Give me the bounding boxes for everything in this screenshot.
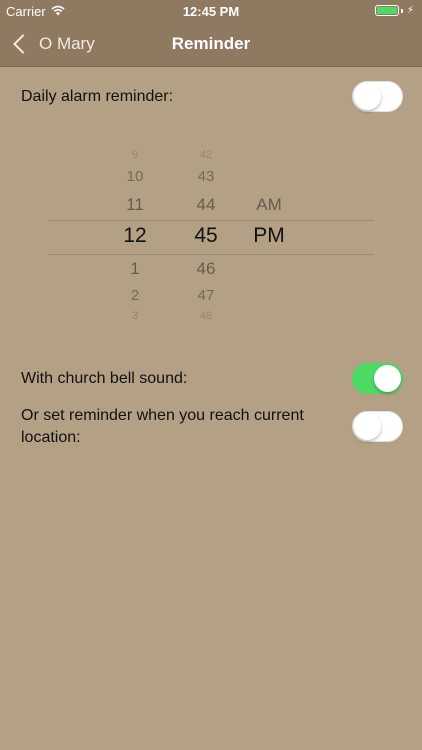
church-bell-toggle[interactable] bbox=[352, 363, 403, 394]
time-picker[interactable]: 9 10 11 12 1 2 3 42 43 44 45 46 47 48 AM PM bbox=[48, 147, 374, 327]
picker-option[interactable]: 44 bbox=[176, 195, 236, 215]
picker-option[interactable]: 45 bbox=[176, 224, 236, 248]
location-reminder-label: Or set reminder when you reach current l… bbox=[21, 407, 304, 446]
picker-selection-bottom-line bbox=[48, 254, 374, 255]
church-bell-label: With church bell sound: bbox=[21, 370, 188, 387]
reminder-settings: Daily alarm reminder: 9 10 11 12 1 2 3 42 43 44 4… bbox=[0, 67, 422, 750]
picker-option[interactable]: 9 bbox=[105, 149, 165, 161]
picker-option[interactable]: 3 bbox=[105, 310, 165, 322]
toggle-knob bbox=[354, 83, 381, 110]
picker-option[interactable]: 11 bbox=[105, 195, 165, 215]
picker-selection-top-line bbox=[48, 220, 374, 221]
picker-option[interactable]: 48 bbox=[176, 310, 236, 322]
picker-option[interactable]: 47 bbox=[176, 287, 236, 304]
picker-option[interactable]: 10 bbox=[105, 168, 165, 185]
page-title: Reminder bbox=[171, 34, 251, 53]
location-reminder-toggle[interactable] bbox=[352, 411, 403, 442]
status-time: 12:45 PM bbox=[182, 4, 240, 19]
daily-alarm-toggle[interactable] bbox=[352, 81, 403, 112]
toggle-knob bbox=[354, 413, 381, 440]
picker-option[interactable]: 46 bbox=[176, 259, 236, 279]
daily-alarm-label: Daily alarm reminder: bbox=[21, 88, 174, 105]
picker-option[interactable]: 12 bbox=[105, 224, 165, 248]
charging-bolt-icon: ⚡ bbox=[406, 5, 414, 16]
status-bar: Carrier 12:45 PM ⚡ bbox=[0, 0, 422, 22]
toggle-knob bbox=[374, 365, 401, 392]
picker-option[interactable]: PM bbox=[239, 224, 299, 248]
picker-option[interactable]: 43 bbox=[176, 168, 236, 185]
picker-option[interactable]: 42 bbox=[176, 149, 236, 161]
picker-option[interactable]: 2 bbox=[105, 287, 165, 304]
navigation-bar: O Mary Reminder bbox=[0, 22, 422, 67]
battery-icon: ⚡ bbox=[374, 5, 414, 16]
picker-option[interactable]: 1 bbox=[105, 259, 165, 279]
picker-option[interactable]: AM bbox=[239, 195, 299, 215]
